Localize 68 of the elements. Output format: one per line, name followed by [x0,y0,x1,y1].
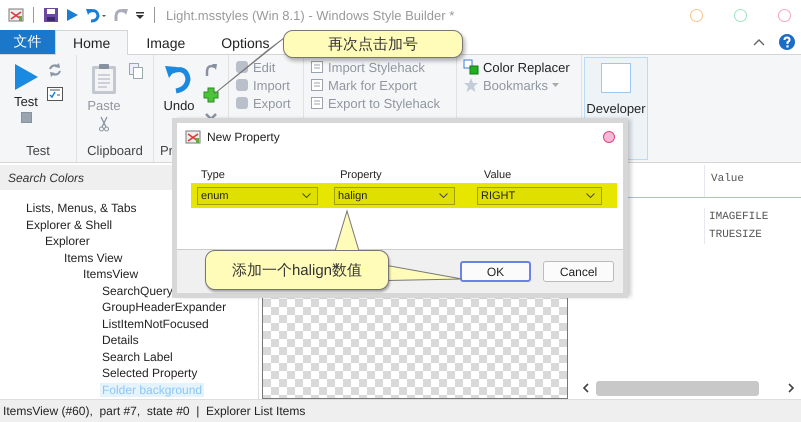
cancel-button[interactable]: Cancel [543,261,614,282]
redo-icon[interactable] [113,7,129,23]
group-label: Pr [159,143,174,158]
field-label: Property [340,169,383,181]
checklist-icon[interactable] [47,87,63,101]
play-icon [13,63,39,91]
group-label: Test [25,143,51,158]
dropdown[interactable]: RIGHT [477,186,602,204]
dropdown[interactable]: enum [197,186,318,204]
tree-item[interactable]: Lists, Menus, & Tabs [24,201,138,216]
document-icon [310,96,324,110]
app-icon [8,7,24,23]
tree-item[interactable]: Explorer & Shell [24,218,114,232]
ribbon-tab[interactable]: Home [55,30,128,55]
save-icon[interactable] [43,7,59,23]
dialog-title: New Property [207,130,280,144]
tree-item[interactable]: ItemsView [81,267,140,282]
ribbon-tab[interactable]: Image [128,30,204,54]
redo-icon[interactable] [204,63,218,77]
test-button[interactable]: Test [14,94,38,109]
app-icon [185,129,201,145]
stop-icon[interactable] [20,112,32,123]
tree-item[interactable]: ListItemNotFocused [100,316,211,331]
scroll-left-icon[interactable] [582,383,590,393]
square-icon [601,63,631,93]
field-label: Value [484,169,512,181]
window-title: Light.msstyles (Win 8.1) - Windows Style Builder * [166,8,454,22]
field-label: Type [201,169,226,181]
document-icon [310,60,324,74]
add-icon[interactable] [202,87,219,103]
tree-item[interactable]: Explorer [43,234,92,248]
color-swatch-icon [463,59,479,75]
copy-icon[interactable] [128,63,143,79]
scrollbar-thumb[interactable] [596,380,759,396]
callout: 添加一个halign数值 [205,250,389,290]
tree-item[interactable]: Selected Property [100,366,200,380]
help-icon[interactable] [779,34,795,50]
close-button[interactable] [603,131,615,143]
column-header[interactable]: Value [705,165,750,197]
chevron-down-icon [302,193,311,198]
dropdown-caret-icon [552,83,560,87]
undo-icon[interactable] [85,7,107,23]
tree-item[interactable]: Search Label [100,350,175,364]
ribbon-button[interactable]: Color Replacer [463,59,575,75]
undo-button[interactable]: Undo [163,98,195,113]
scissors-icon[interactable] [99,116,109,132]
callout: 再次点击加号 [283,30,463,58]
tree-item[interactable]: Items View [62,250,124,265]
chevron-down-icon [439,193,448,198]
tree-item[interactable]: GroupHeaderExpander [100,300,228,314]
star-icon [463,77,479,93]
collapse-icon[interactable] [753,38,765,46]
clipboard-icon [91,63,117,95]
refresh-icon[interactable] [48,63,62,77]
table-cell-text: TRUESIZE [708,228,763,243]
group-label: Clipboard [86,143,144,158]
chevron-down-icon [586,193,595,198]
ok-button[interactable]: OK [460,261,531,282]
tree-item[interactable]: Details [100,333,141,348]
tree-item[interactable]: SearchQuery [100,284,175,298]
status-text: ItemsView (#60), part #7, state #0 | Explorer List Items [3,404,306,418]
table-cell-text: IMAGEFILE [708,210,770,225]
customize-icon[interactable] [135,10,145,20]
play-icon[interactable] [65,8,79,22]
dropdown[interactable]: halign [334,186,455,204]
file-tab[interactable]: 文件 [0,30,55,54]
scroll-right-icon[interactable] [787,383,795,393]
document-icon [310,78,324,92]
